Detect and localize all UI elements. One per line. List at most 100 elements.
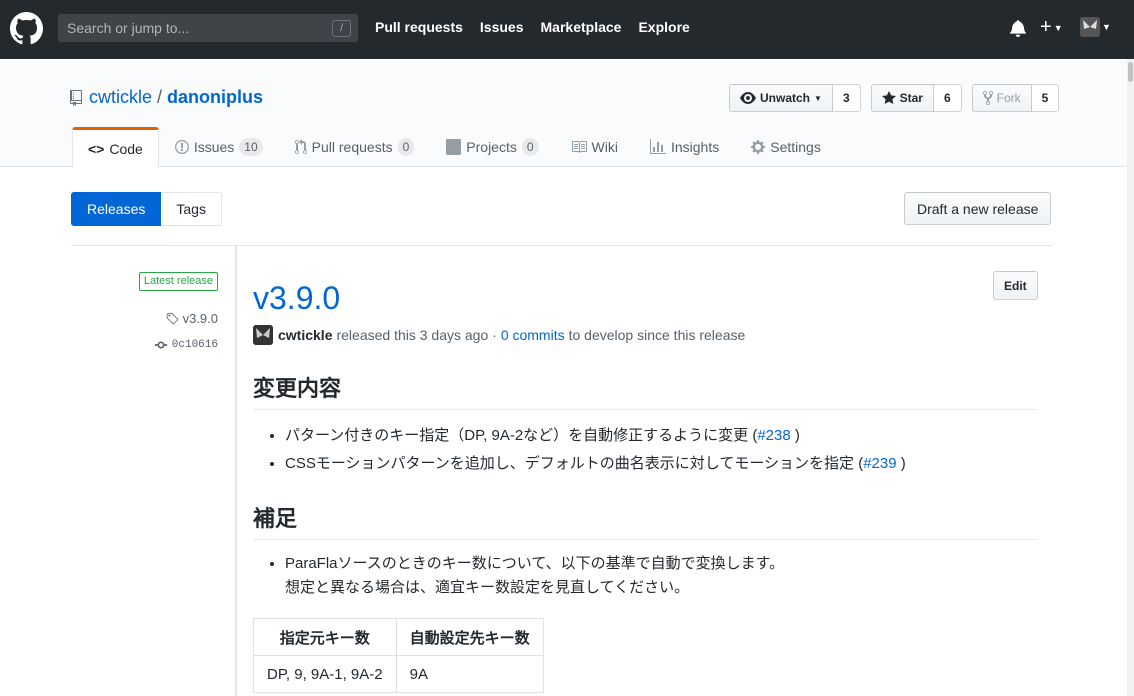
list-item: CSSモーションパターンを追加し、デフォルトの曲名表示に対してモーションを指定 … (285, 450, 1025, 478)
user-menu-dropdown[interactable]: ▼ (1080, 17, 1111, 37)
scrollbar-track[interactable] (1127, 59, 1134, 696)
column-header: 指定元キー数 (253, 618, 397, 656)
table-cell: DP, 9, 9A-1, 9A-2 (253, 655, 397, 693)
notifications-bell-icon[interactable] (1010, 19, 1026, 37)
fork-label: Fork (996, 91, 1021, 105)
create-new-dropdown[interactable]: + ▼ (1040, 17, 1063, 38)
tab-settings[interactable]: Settings (735, 127, 837, 167)
repo-actions: Unwatch ▼ 3 Star 6 Fork 5 (729, 84, 1060, 112)
tab-code-label: Code (109, 140, 143, 157)
tag-icon (166, 312, 178, 324)
project-icon (446, 139, 462, 155)
list-item: ParaFlaソースのときのキー数について、以下の基準で自動で変換します。 想定… (285, 552, 1025, 600)
tab-insights-label: Insights (670, 139, 720, 155)
book-icon (571, 141, 587, 153)
nav-marketplace[interactable]: Marketplace (541, 19, 622, 35)
global-nav: Pull requests Issues Marketplace Explore (375, 19, 690, 35)
latest-release-badge: Latest release (138, 272, 218, 291)
key-mapping-table: 指定元キー数 自動設定先キー数 DP, 9, 9A-1, 9A-2 9A (253, 618, 544, 693)
tab-pull-requests-label: Pull requests (311, 139, 393, 155)
repo-book-icon (70, 89, 82, 106)
scrollbar-thumb[interactable] (1128, 62, 1133, 82)
issue-opened-icon (174, 140, 189, 154)
fork-button[interactable]: Fork (971, 84, 1032, 112)
column-header: 自動設定先キー数 (395, 618, 544, 656)
repo-nav: <> Code Issues 10 Pull requests 0 Projec… (72, 127, 837, 168)
draft-new-release-button[interactable]: Draft a new release (904, 192, 1052, 225)
github-logo-icon[interactable] (10, 12, 43, 45)
changes-list: パターン付きのキー指定（DP, 9A-2など）を自動修正するように変更 (#23… (285, 422, 1025, 478)
user-avatar (1080, 17, 1100, 37)
git-pull-request-icon (294, 139, 307, 154)
table-header-row: 指定元キー数 自動設定先キー数 (253, 618, 544, 656)
edit-release-button[interactable]: Edit (993, 271, 1038, 300)
tab-code[interactable]: <> Code (72, 127, 159, 168)
repo-path-separator: / (157, 87, 163, 107)
star-group: Star 6 (870, 84, 962, 112)
issue-link[interactable]: #238 (757, 427, 790, 444)
releases-tab[interactable]: Releases (71, 192, 162, 226)
section-heading-notes: 補足 (253, 501, 1037, 540)
global-header: / Pull requests Issues Marketplace Explo… (0, 0, 1134, 59)
unwatch-label: Unwatch (760, 91, 811, 105)
tab-projects-label: Projects (466, 139, 517, 155)
nav-issues[interactable]: Issues (480, 19, 524, 35)
pull-requests-counter: 0 (397, 138, 415, 156)
caret-down-icon: ▼ (1102, 22, 1111, 32)
tab-wiki-label: Wiki (591, 139, 618, 155)
release-tag[interactable]: v3.9.0 (165, 311, 218, 326)
release-commit[interactable]: 0c10616 (154, 338, 218, 352)
issue-link[interactable]: #239 (863, 455, 896, 472)
commits-since-link[interactable]: 0 commits (501, 327, 565, 343)
release-tag-label: v3.9.0 (182, 311, 218, 326)
commits-since-suffix: to develop since this release (568, 327, 746, 343)
table-cell: 9A (395, 655, 544, 693)
caret-down-icon: ▼ (814, 93, 822, 103)
star-button[interactable]: Star (870, 84, 934, 112)
change-text: パターン付きのキー指定（DP, 9A-2など）を自動修正するように変更 ( (285, 427, 758, 444)
repo-title: cwtickle / danoniplus (70, 87, 263, 108)
tab-settings-label: Settings (770, 139, 821, 155)
notes-list: ParaFlaソースのときのキー数について、以下の基準で自動で変換します。 想定… (285, 552, 1025, 600)
fork-group: Fork 5 (971, 84, 1060, 112)
change-text-end: ) (900, 455, 906, 472)
code-icon: <> (88, 140, 105, 157)
tab-wiki[interactable]: Wiki (555, 127, 634, 167)
tab-pull-requests[interactable]: Pull requests 0 (279, 127, 431, 167)
plus-icon: + (1040, 16, 1052, 38)
search-input[interactable] (58, 14, 358, 42)
nav-pull-requests[interactable]: Pull requests (375, 19, 463, 35)
unwatch-button[interactable]: Unwatch ▼ (729, 84, 833, 112)
releases-subnav: Releases Tags (71, 192, 222, 226)
tab-projects[interactable]: Projects 0 (430, 127, 554, 167)
tags-tab[interactable]: Tags (161, 192, 222, 226)
search-shortcut-hint: / (332, 20, 351, 37)
repo-header: cwtickle / danoniplus Unwatch ▼ 3 Star 6… (0, 59, 1127, 168)
forks-count[interactable]: 5 (1031, 84, 1060, 112)
tab-issues[interactable]: Issues 10 (159, 127, 279, 167)
release-byline: cwtickle released this 3 days ago · 0 co… (253, 325, 745, 345)
tab-issues-label: Issues (193, 139, 235, 155)
star-icon (881, 91, 896, 104)
repo-name-link[interactable]: danoniplus (167, 87, 263, 108)
release-author[interactable]: cwtickle (278, 327, 332, 343)
watch-group: Unwatch ▼ 3 (729, 84, 861, 112)
issues-counter: 10 (239, 138, 263, 156)
note-line-1: ParaFlaソースのときのキー数について、以下の基準で自動で変換します。 (285, 555, 785, 572)
repo-owner-link[interactable]: cwtickle (89, 87, 152, 108)
table-row: DP, 9, 9A-1, 9A-2 9A (253, 655, 544, 693)
release-time-text: released this 3 days ago · (336, 327, 497, 343)
star-label: Star (899, 91, 923, 105)
change-text-end: ) (794, 427, 800, 444)
watchers-count[interactable]: 3 (832, 84, 861, 112)
stargazers-count[interactable]: 6 (933, 84, 962, 112)
release-meta-sidebar: Latest release v3.9.0 0c10616 (72, 246, 237, 696)
tab-insights[interactable]: Insights (634, 127, 735, 167)
fork-icon (982, 90, 993, 106)
list-item: パターン付きのキー指定（DP, 9A-2など）を自動修正するように変更 (#23… (285, 422, 1025, 450)
release-title[interactable]: v3.9.0 (253, 278, 340, 318)
graph-icon (649, 139, 666, 154)
search-box[interactable]: / (58, 14, 358, 42)
nav-explore[interactable]: Explore (638, 19, 689, 35)
author-avatar[interactable] (253, 325, 273, 345)
